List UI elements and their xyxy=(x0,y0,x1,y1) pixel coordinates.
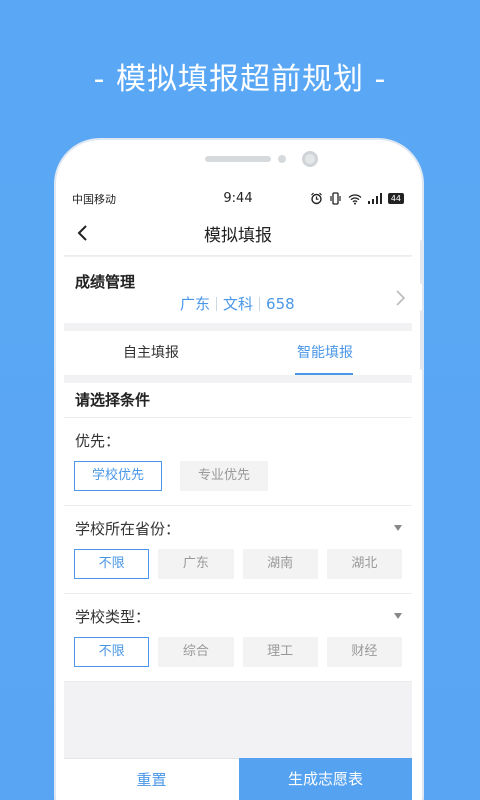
dropdown-arrow-icon[interactable] xyxy=(394,525,402,531)
divider xyxy=(259,296,261,311)
priority-label: 优先： xyxy=(75,432,121,450)
option-province-guangdong[interactable]: 广东 xyxy=(158,549,234,579)
tab-smart-fill[interactable]: 智能填报 xyxy=(238,331,412,375)
school-type-label: 学校类型： xyxy=(75,608,151,626)
score-summary: 广东 文科 658 xyxy=(180,293,295,314)
phone-volume-button xyxy=(420,240,424,284)
tab-self-fill[interactable]: 自主填报 xyxy=(64,331,238,375)
option-school-first[interactable]: 学校优先 xyxy=(74,461,162,491)
score-value: 658 xyxy=(266,294,295,313)
option-province-hunan[interactable]: 湖南 xyxy=(242,549,318,579)
option-province-any[interactable]: 不限 xyxy=(74,549,150,579)
bottom-action-bar: 重置 生成志愿表 xyxy=(64,758,412,800)
score-management-row[interactable]: 成绩管理 广东 文科 658 xyxy=(64,257,412,323)
reset-button[interactable]: 重置 xyxy=(64,758,239,800)
priority-section: 优先： 学校优先 专业优先 xyxy=(64,418,412,506)
back-arrow-icon[interactable] xyxy=(72,222,94,244)
nav-bar: 模拟填报 xyxy=(64,212,412,256)
score-subject: 文科 xyxy=(223,295,254,313)
status-time: 9:44 xyxy=(223,191,253,206)
chevron-right-icon xyxy=(396,290,406,306)
school-type-section: 学校类型： 不限 综合 理工 财经 xyxy=(64,594,412,682)
score-province: 广东 xyxy=(180,295,211,313)
dropdown-arrow-icon[interactable] xyxy=(394,613,402,619)
province-section: 学校所在省份： 不限 广东 湖南 湖北 xyxy=(64,506,412,594)
page-title: 模拟填报 xyxy=(204,226,272,246)
generate-button[interactable]: 生成志愿表 xyxy=(239,758,412,800)
phone-speaker xyxy=(205,156,271,162)
option-type-engineering[interactable]: 理工 xyxy=(242,637,318,667)
option-type-any[interactable]: 不限 xyxy=(74,637,150,667)
divider xyxy=(216,296,218,311)
priority-options: 学校优先 专业优先 xyxy=(64,461,412,505)
app-screen: 中国移动 9:44 44 模拟填报 成绩管理 广东 文科 658 自主填报 智能… xyxy=(64,185,412,800)
phone-power-button xyxy=(420,310,424,370)
fill-mode-tabs: 自主填报 智能填报 xyxy=(64,331,412,375)
promo-headline: - 模拟填报超前规划 - xyxy=(93,62,387,97)
phone-sensor xyxy=(278,155,286,163)
option-type-finance[interactable]: 财经 xyxy=(326,637,402,667)
phone-camera xyxy=(302,151,318,167)
score-management-label: 成绩管理 xyxy=(75,273,136,291)
option-major-first[interactable]: 专业优先 xyxy=(180,461,268,491)
province-options: 不限 广东 湖南 湖北 xyxy=(64,549,412,593)
option-province-hubei[interactable]: 湖北 xyxy=(326,549,402,579)
option-type-comprehensive[interactable]: 综合 xyxy=(158,637,234,667)
school-type-options: 不限 综合 理工 财经 xyxy=(64,637,412,681)
conditions-title: 请选择条件 xyxy=(64,383,412,418)
status-bar: 中国移动 9:44 44 xyxy=(64,185,412,212)
province-label: 学校所在省份： xyxy=(75,520,181,538)
